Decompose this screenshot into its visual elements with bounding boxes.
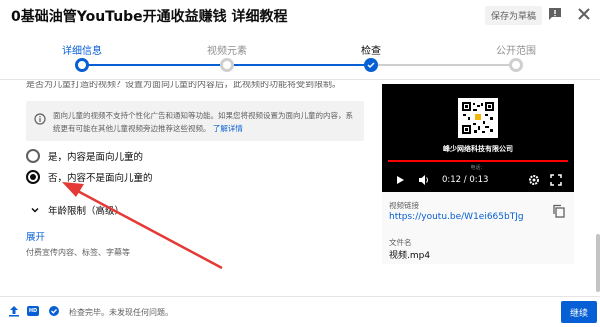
radio-button-selected[interactable] bbox=[26, 170, 40, 184]
radio-not-made-for-kids[interactable]: 否，内容不是面向儿童的 bbox=[26, 170, 153, 184]
radio-label: 是，内容是面向儿童的 bbox=[48, 152, 144, 163]
fullscreen-icon[interactable] bbox=[550, 174, 562, 186]
settings-gear-icon[interactable] bbox=[528, 174, 540, 186]
age-restriction-label: 年龄限制（高级） bbox=[48, 206, 125, 217]
radio-made-for-kids[interactable]: 是，内容是面向儿童的 bbox=[26, 149, 143, 163]
check-circle-icon bbox=[49, 306, 59, 316]
scrollbar[interactable] bbox=[596, 234, 600, 292]
step-dot-visibility[interactable] bbox=[509, 58, 523, 72]
info-text-body: 面向儿童的视频不支持个性化广告和通知等功能。如果您将视频设置为面向儿童的内容，系… bbox=[53, 111, 353, 133]
file-name: 视频.mp4 bbox=[389, 251, 431, 261]
radio-label: 否，内容不是面向儿童的 bbox=[48, 173, 153, 184]
play-icon[interactable] bbox=[394, 174, 406, 186]
dialog-footer: HD 检查完毕。未发现任何问题。 继续 bbox=[0, 296, 600, 327]
step-dot-details[interactable] bbox=[75, 58, 89, 72]
video-player[interactable]: 峰少网络科技有限公司 电话： 0:12 / 0:13 bbox=[382, 84, 574, 192]
step-dot-video-elements[interactable] bbox=[220, 58, 234, 72]
checks-status-text: 检查完毕。未发现任何问题。 bbox=[69, 308, 173, 317]
audience-info-box: 面向儿童的视频不支持个性化广告和通知等功能。如果您将视频设置为面向儿童的内容，系… bbox=[26, 101, 364, 141]
next-button[interactable]: 继续 bbox=[561, 301, 597, 323]
step-dot-checks[interactable] bbox=[364, 58, 378, 72]
age-restriction-toggle[interactable]: 年龄限制（高级） bbox=[30, 203, 124, 217]
video-small-caption: 电话： bbox=[470, 165, 486, 171]
save-draft-button[interactable]: 保存为草稿 bbox=[485, 6, 542, 25]
tab-checks[interactable]: 检查 bbox=[361, 42, 381, 57]
checkmark-icon bbox=[367, 62, 375, 69]
qr-code-image bbox=[458, 98, 498, 138]
upload-stepper: 详细信息 视频元素 检查 公开范围 bbox=[0, 34, 600, 80]
details-panel: 是否为儿童打造的视频？设置为面向儿童的内容后，此视频的功能将受到限制。 面向儿童… bbox=[0, 81, 370, 296]
radio-button[interactable] bbox=[26, 149, 40, 163]
info-icon bbox=[34, 113, 46, 125]
video-preview-card: 峰少网络科技有限公司 电话： 0:12 / 0:13 视频链接 https://… bbox=[382, 84, 574, 264]
audience-info-text: 面向儿童的视频不支持个性化广告和通知等功能。如果您将视频设置为面向儿童的内容，系… bbox=[53, 109, 358, 135]
dialog-header: 0基础油管YouTube开通收益赚钱 详细教程 保存为草稿 bbox=[0, 0, 600, 30]
upload-icon bbox=[9, 306, 19, 317]
learn-more-link[interactable]: 了解详情 bbox=[213, 124, 243, 133]
dialog-title: 0基础油管YouTube开通收益赚钱 详细教程 bbox=[11, 9, 288, 25]
video-link-label: 视频链接 bbox=[389, 201, 419, 210]
show-more-button[interactable]: 展开 bbox=[26, 229, 45, 243]
progress-track-remaining bbox=[371, 64, 516, 66]
chevron-down-icon bbox=[31, 207, 39, 213]
tab-video-elements[interactable]: 视频元素 bbox=[207, 42, 247, 57]
player-controls: 0:12 / 0:13 bbox=[382, 172, 574, 190]
video-company-caption: 峰少网络科技有限公司 bbox=[443, 145, 513, 153]
tab-details[interactable]: 详细信息 bbox=[62, 42, 102, 57]
feedback-icon[interactable] bbox=[547, 6, 563, 22]
hd-icon: HD bbox=[27, 306, 39, 316]
audience-description: 是否为儿童打造的视频？设置为面向儿童的内容后，此视频的功能将受到限制。 bbox=[26, 81, 342, 90]
video-timecode: 0:12 / 0:13 bbox=[442, 175, 489, 185]
video-link[interactable]: https://youtu.be/W1ei665bTJg bbox=[389, 212, 524, 222]
copy-icon[interactable] bbox=[552, 204, 566, 218]
file-name-label: 文件名 bbox=[389, 238, 412, 247]
tab-visibility[interactable]: 公开范围 bbox=[496, 42, 536, 57]
show-more-description: 付费宣传内容、标签、字幕等 bbox=[26, 248, 130, 257]
video-red-bar bbox=[388, 160, 568, 162]
close-icon[interactable] bbox=[576, 6, 592, 22]
volume-icon[interactable] bbox=[418, 174, 430, 186]
